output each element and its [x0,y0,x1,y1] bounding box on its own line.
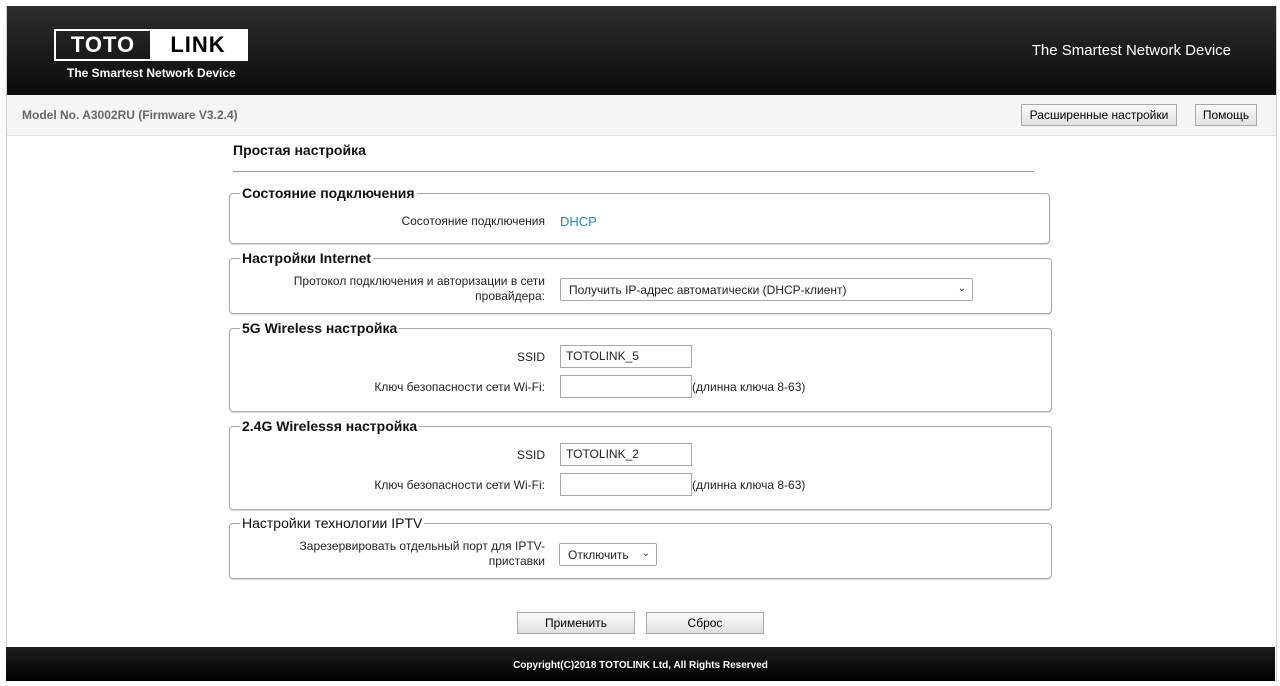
wifi-key-5g-hint: (длинна ключа 8-63) [692,380,806,394]
footer-bar: Copyright(C)2018 TOTOLINK Ltd, All Right… [6,647,1275,681]
internet-settings-legend: Настройки Internet [242,250,372,266]
protocol-label-line1: Протокол подключения и авторизации в сет… [293,274,545,288]
totolink-logo[interactable]: TOTO LINK The Smartest Network Device [54,29,248,80]
protocol-select-value: Получить IP-адрес автоматически (DHCP-кл… [569,282,847,297]
wireless-5g-legend: 5G Wireless настройка [242,320,398,336]
protocol-label-line2: провайдера: [475,289,545,303]
ssid-24g-input[interactable]: TOTOLINK_2 [560,443,692,466]
header-tagline: The Smartest Network Device [1031,42,1231,59]
iptv-port-label-line2: приставки [488,554,545,568]
model-firmware-label: Model No. A3002RU (Firmware V3.2.4) [22,108,238,122]
wifi-key-5g-label: Ключ безопасности сети Wi-Fi: [374,380,545,394]
logo-box: TOTO LINK [54,29,248,61]
logo-subtitle: The Smartest Network Device [67,66,236,80]
iptv-legend: Настройки технологии IPTV [242,515,423,531]
chevron-down-icon: ⌄ [957,283,966,294]
wifi-key-24g-input[interactable] [560,473,692,496]
header-bar: TOTO LINK The Smartest Network Device Th… [7,6,1276,95]
protocol-select[interactable]: Получить IP-адрес автоматически (DHCP-кл… [560,278,973,301]
wifi-key-24g-label: Ключ безопасности сети Wi-Fi: [374,478,545,492]
page-title: Простая настройка [233,142,366,158]
title-divider [233,171,1034,172]
apply-button[interactable]: Применить [517,612,635,634]
logo-text-toto: TOTO [70,32,136,57]
reset-button[interactable]: Сброс [646,612,764,634]
copyright-text: Copyright(C)2018 TOTOLINK Ltd, All Right… [513,660,768,671]
iptv-port-label-line1: Зарезервировать отдельный порт для IPTV- [299,539,545,553]
ssid-24g-label: SSID [516,448,545,462]
wifi-key-5g-input[interactable] [560,375,692,398]
ssid-5g-label: SSID [516,350,545,364]
wifi-key-24g-hint: (длинна ключа 8-63) [692,478,806,492]
iptv-port-select[interactable]: Отключить ⌄ [559,543,657,566]
help-button[interactable]: Помощь [1195,104,1257,126]
connection-status-section: Состояние подключения [229,185,1050,244]
ssid-5g-input[interactable]: TOTOLINK_5 [560,345,692,368]
connection-status-label: Сосотояние подключения [401,214,545,228]
logo-text-link: LINK [150,31,246,59]
iptv-port-select-value: Отключить [568,547,629,562]
wireless-24g-legend: 2.4G Wirelessя настройка [242,418,418,434]
protocol-label: Протокол подключения и авторизации в сет… [294,274,545,304]
chevron-down-icon: ⌄ [641,548,650,559]
advanced-settings-button[interactable]: Расширенные настройки [1021,104,1177,126]
connection-status-legend: Состояние подключения [242,185,415,201]
iptv-port-label: Зарезервировать отдельный порт для IPTV-… [300,539,545,569]
top-toolbar: Model No. A3002RU (Firmware V3.2.4) Расш… [7,95,1276,136]
connection-status-value: DHCP [560,214,597,229]
